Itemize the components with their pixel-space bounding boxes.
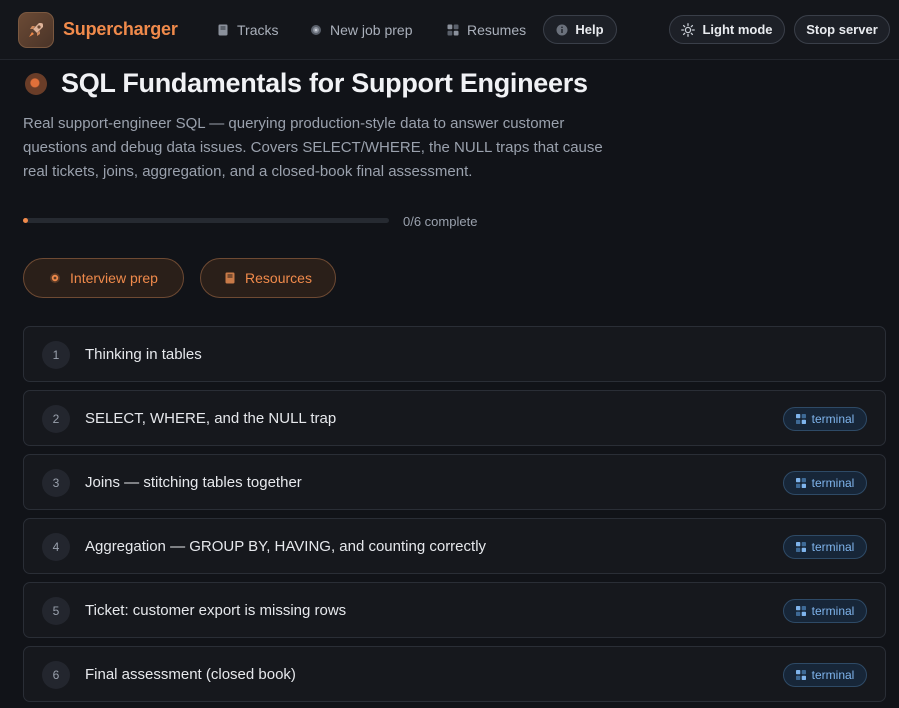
resources-label: Resources xyxy=(245,270,312,286)
lesson-number: 3 xyxy=(42,469,70,497)
terminal-badge: terminal xyxy=(783,599,867,623)
lesson-number: 2 xyxy=(42,405,70,433)
sun-icon xyxy=(681,22,696,37)
book-icon xyxy=(225,272,235,284)
interview-prep-label: Interview prep xyxy=(70,270,158,286)
progress-fill xyxy=(23,218,28,223)
page-title: SQL Fundamentals for Support Engineers xyxy=(61,68,588,98)
resources-button[interactable]: Resources xyxy=(200,258,336,298)
lesson-title: Aggregation — GROUP BY, HAVING, and coun… xyxy=(85,538,487,555)
target-icon xyxy=(50,273,61,283)
light-mode-label: Light mode xyxy=(702,22,773,37)
terminal-badge: terminal xyxy=(783,663,867,687)
lesson-item-4[interactable]: 4 Aggregation — GROUP BY, HAVING, and co… xyxy=(23,518,886,574)
help-button[interactable]: Help xyxy=(543,15,617,44)
terminal-badge-label: terminal xyxy=(811,604,855,618)
terminal-badge: terminal xyxy=(783,407,867,431)
lesson-number: 5 xyxy=(42,597,70,625)
stop-server-button[interactable]: Stop server xyxy=(794,15,890,44)
target-icon xyxy=(311,25,321,35)
nav-tracks-label: Tracks xyxy=(237,22,279,38)
nav-resumes[interactable]: Resumes xyxy=(447,21,526,39)
brand-name[interactable]: Supercharger xyxy=(63,19,178,40)
terminal-icon xyxy=(795,542,806,552)
info-icon xyxy=(556,24,568,35)
lesson-item-6[interactable]: 6 Final assessment (closed book) termina… xyxy=(23,646,886,702)
terminal-badge-label: terminal xyxy=(811,412,855,426)
terminal-icon xyxy=(795,478,806,488)
lesson-title: Thinking in tables xyxy=(85,346,202,363)
help-label: Help xyxy=(575,22,604,37)
stop-server-label: Stop server xyxy=(806,22,878,37)
terminal-icon xyxy=(795,414,806,424)
grid-icon xyxy=(447,24,459,36)
nav-new-job-prep[interactable]: New job prep xyxy=(310,21,413,39)
top-bar: Supercharger Tracks New job prep Resumes xyxy=(0,0,899,60)
lesson-item-1[interactable]: 1 Thinking in tables xyxy=(23,326,886,382)
terminal-badge-label: terminal xyxy=(811,476,855,490)
course-icon xyxy=(25,73,47,95)
terminal-badge: terminal xyxy=(783,471,867,495)
lesson-title: Final assessment (closed book) xyxy=(85,666,296,683)
lesson-item-5[interactable]: 5 Ticket: customer export is missing row… xyxy=(23,582,886,638)
light-mode-button[interactable]: Light mode xyxy=(669,15,785,44)
terminal-badge-label: terminal xyxy=(811,540,855,554)
terminal-icon xyxy=(795,606,806,616)
book-icon xyxy=(218,24,228,36)
lesson-title: Joins — stitching tables together xyxy=(85,474,302,491)
lesson-number: 1 xyxy=(42,341,70,369)
course-description: Real support-engineer SQL — querying pro… xyxy=(23,115,603,180)
nav-new-job-prep-label: New job prep xyxy=(330,22,413,38)
lesson-number: 4 xyxy=(42,533,70,561)
terminal-badge-label: terminal xyxy=(811,668,855,682)
nav-resumes-label: Resumes xyxy=(467,22,527,38)
terminal-badge: terminal xyxy=(783,535,867,559)
rocket-logo-icon[interactable] xyxy=(18,12,54,48)
progress-label: 0/6 complete xyxy=(403,214,478,229)
lesson-number: 6 xyxy=(42,661,70,689)
nav-tracks[interactable]: Tracks xyxy=(217,21,278,39)
lesson-title: SELECT, WHERE, and the NULL trap xyxy=(85,410,337,427)
interview-prep-button[interactable]: Interview prep xyxy=(23,258,184,298)
lesson-item-2[interactable]: 2 SELECT, WHERE, and the NULL trap termi… xyxy=(23,390,886,446)
lesson-title: Ticket: customer export is missing rows xyxy=(85,602,347,619)
terminal-icon xyxy=(795,670,806,680)
progress-bar xyxy=(23,218,389,223)
lesson-item-3[interactable]: 3 Joins — stitching tables together term… xyxy=(23,454,886,510)
